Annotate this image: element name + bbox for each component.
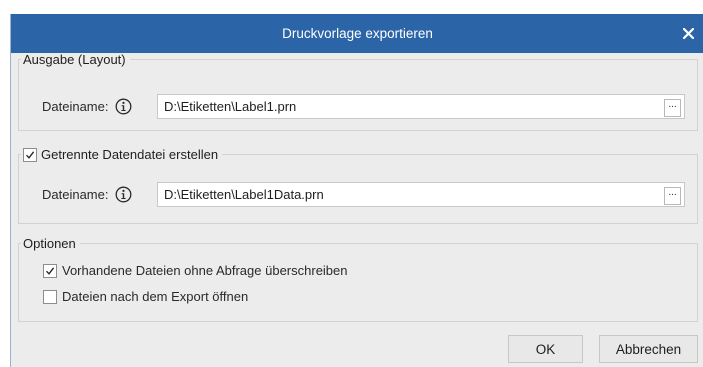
overwrite-checkbox[interactable] [43,263,57,278]
data-browse-button[interactable]: ... [664,187,681,205]
overwrite-label[interactable]: Vorhandene Dateien ohne Abfrage überschr… [62,263,348,278]
options-legend: Optionen [23,236,76,251]
info-icon [116,98,132,115]
output-layout-legend: Ausgabe (Layout) [23,52,126,67]
layout-filename-row: Dateiname: [42,98,132,115]
dialog-title: Druckvorlage exportieren [282,26,433,41]
info-icon [116,186,132,203]
cancel-button[interactable]: Abbrechen [599,335,698,363]
layout-filename-field[interactable] [157,94,685,119]
close-icon [682,28,694,39]
data-file-legend: Getrennte Datendatei erstellen [21,147,222,163]
close-button[interactable] [672,14,703,53]
data-filename-field[interactable] [157,182,685,207]
data-filename-label: Dateiname: [42,187,109,202]
open-after-checkbox[interactable] [43,289,57,304]
layout-filename-label: Dateiname: [42,99,109,114]
ok-button[interactable]: OK [508,335,583,363]
open-after-option-row[interactable]: Dateien nach dem Export öffnen [43,289,248,304]
checkmark-icon [25,150,35,159]
data-filename-input[interactable] [158,183,684,206]
overwrite-option-row[interactable]: Vorhandene Dateien ohne Abfrage überschr… [43,263,348,278]
separate-data-checkbox[interactable] [23,147,37,162]
open-after-label[interactable]: Dateien nach dem Export öffnen [62,289,248,304]
output-layout-group: Ausgabe (Layout) [18,52,698,131]
separate-data-label[interactable]: Getrennte Datendatei erstellen [41,147,218,162]
options-group: Optionen [18,236,698,322]
title-bar: Druckvorlage exportieren [11,14,703,53]
layout-browse-button[interactable]: ... [664,99,681,117]
data-filename-row: Dateiname: [42,186,132,203]
checkmark-icon [45,266,55,275]
layout-filename-input[interactable] [158,95,684,118]
